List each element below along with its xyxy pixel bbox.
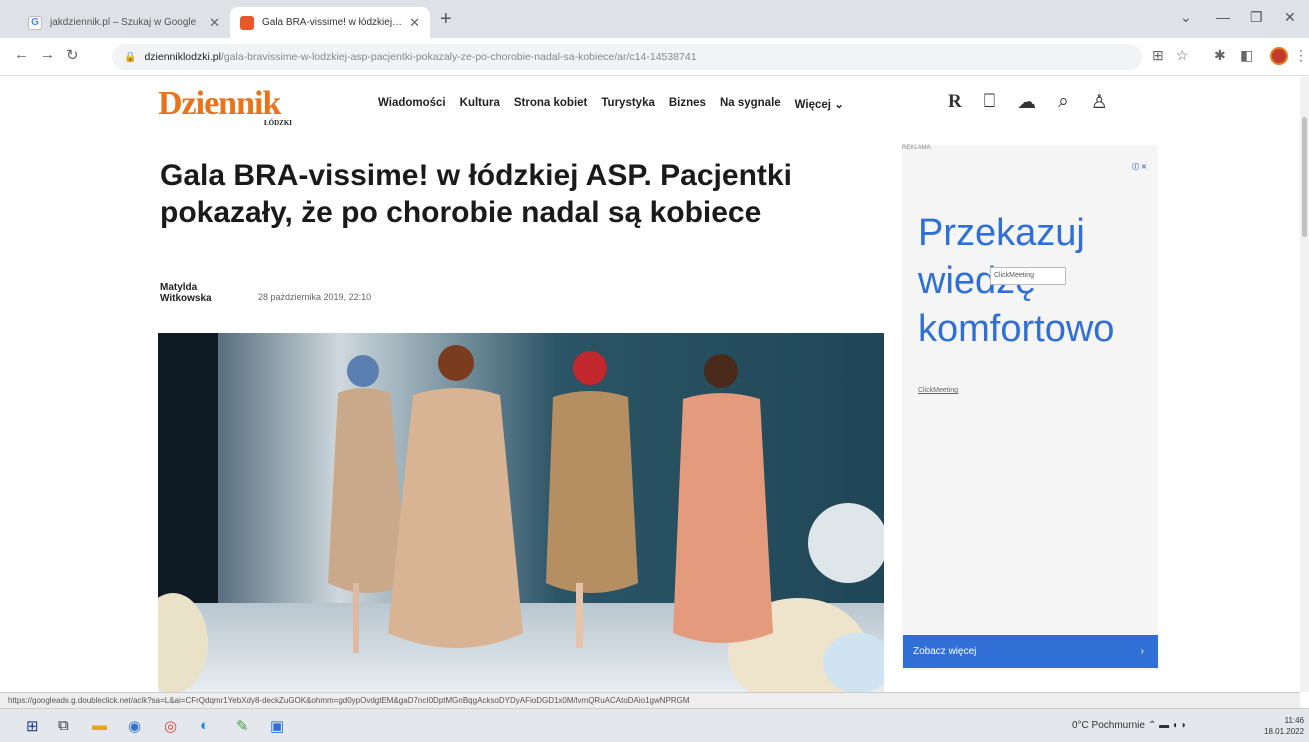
tv-icon[interactable]: ⎕ [984, 91, 995, 114]
close-window-button[interactable]: ✕ [1284, 9, 1296, 26]
nav-item-wiadomosci[interactable]: Wiadomości [378, 97, 446, 111]
browser-tab-article[interactable]: Gala BRA-vissime! w łódzkiej ASP. ✕ [230, 7, 430, 38]
page-scrollbar[interactable] [1300, 77, 1309, 692]
user-icon[interactable]: ♙ [1091, 91, 1108, 114]
extensions-icon[interactable]: ✱ [1214, 47, 1226, 64]
nav-item-na-sygnale[interactable]: Na sygnale [720, 97, 781, 111]
browser-tab-google[interactable]: G jakdziennik.pl – Szukaj w Google ✕ [18, 7, 230, 38]
close-icon[interactable]: ✕ [409, 15, 420, 31]
browser-toolbar: ← → ↻ 🔒 dzienniklodzki.pl /gala-bravissi… [0, 38, 1309, 76]
browser-tab-strip: G jakdziennik.pl – Szukaj w Google ✕ Gal… [0, 0, 1309, 38]
premium-icon[interactable]: R [948, 91, 962, 114]
runway-photo [158, 333, 884, 692]
minimize-button[interactable]: — [1216, 9, 1230, 25]
ad-cta-label: Zobacz więcej [913, 646, 977, 657]
translate-icon[interactable]: ⊞ [1152, 47, 1164, 64]
ad-line-3: komfortowo [918, 308, 1115, 350]
clock-time: 11:46 [1284, 716, 1305, 725]
article-author[interactable]: Matylda Witkowska [160, 282, 212, 304]
tray-icons[interactable]: ⌃ ▬ ◖ ◗ [1148, 720, 1187, 731]
tab-title: jakdziennik.pl – Szukaj w Google [50, 17, 197, 28]
photos-icon[interactable]: ▣ [270, 717, 284, 735]
nav-item-turystyka[interactable]: Turystyka [601, 97, 654, 111]
store-icon[interactable]: ◉ [128, 717, 141, 735]
article-headline: Gala BRA-vissime! w łódzkiej ASP. Pacjen… [160, 159, 792, 229]
maximize-button[interactable]: ❐ [1250, 9, 1263, 26]
ad-line-1: Przekazuj [918, 212, 1085, 254]
author-last-name: Witkowska [160, 293, 212, 304]
clock-date: 18.01.2022 [1264, 727, 1305, 736]
forward-button[interactable]: → [40, 46, 55, 63]
site-logo[interactable]: Dziennik [158, 85, 281, 123]
edge-icon[interactable]: ◐ [200, 717, 209, 734]
ad-cta-button[interactable]: Zobacz więcej › [903, 635, 1158, 668]
address-path: /gala-bravissime-w-lodzkiej-asp-pacjentk… [220, 51, 697, 63]
author-first-name: Matylda [160, 282, 198, 293]
ad-tooltip: ClickMeeting [990, 267, 1066, 285]
scrollbar-thumb[interactable] [1302, 117, 1307, 237]
sidebar-icon[interactable]: ◧ [1240, 47, 1253, 64]
windows-taskbar: ⊞ ⧉ ▬ ◉ ◎ ◐ ✎ ▣ 0°C Pochmurnie ⌃ ▬ ◖ ◗ 1… [0, 708, 1309, 742]
nav-item-biznes[interactable]: Biznes [669, 97, 706, 111]
back-button[interactable]: ← [14, 46, 29, 63]
profile-avatar[interactable] [1270, 47, 1288, 65]
chevron-right-icon: › [1140, 646, 1144, 657]
article-date: 28 października 2019, 22:10 [258, 292, 372, 302]
ad-choices-icon[interactable]: ⓘ ✕ [1132, 162, 1147, 172]
task-view-icon[interactable]: ⧉ [58, 717, 69, 734]
search-icon[interactable]: ⌕ [1058, 91, 1069, 114]
app-icon[interactable]: ✎ [236, 717, 249, 735]
article-photo[interactable] [158, 333, 884, 692]
bookmark-star-icon[interactable]: ☆ [1176, 47, 1189, 64]
nav-item-wiecej[interactable]: Więcej ⌄ [795, 97, 844, 111]
page-content: Dziennik ŁÓDZKI Wiadomości Kultura Stron… [0, 77, 1300, 692]
new-tab-button[interactable]: + [440, 8, 452, 31]
reload-button[interactable]: ↻ [66, 46, 79, 64]
address-domain: dzienniklodzki.pl [144, 51, 221, 63]
nav-item-kultura[interactable]: Kultura [460, 97, 500, 111]
file-explorer-icon[interactable]: ▬ [92, 717, 107, 734]
site-logo-sub: ŁÓDZKI [264, 119, 293, 127]
weather-status[interactable]: 0°C Pochmurnie [1072, 720, 1145, 731]
ad-brand-link[interactable]: ClickMeeting [918, 387, 958, 394]
chrome-icon[interactable]: ◎ [164, 717, 177, 735]
menu-icon[interactable]: ⋮ [1294, 47, 1308, 64]
address-bar[interactable]: 🔒 dzienniklodzki.pl /gala-bravissime-w-l… [112, 44, 1142, 70]
close-icon[interactable]: ✕ [209, 15, 220, 31]
header-icons: R ⎕ ☁ ⌕ ♙ [948, 91, 1108, 114]
google-icon: G [28, 15, 42, 30]
ad-label: REKLAMA [902, 145, 931, 151]
nav-item-strona-kobiet[interactable]: Strona kobiet [514, 97, 587, 111]
taskbar-clock[interactable]: 11:46 18.01.2022 [1264, 715, 1304, 737]
site-favicon-icon [240, 15, 254, 30]
chevron-down-icon[interactable]: ⌄ [1180, 9, 1192, 26]
link-status-url: https://googleads.g.doubleclick.net/aclk… [0, 692, 1300, 708]
weather-icon[interactable]: ☁ [1017, 91, 1036, 114]
tab-title: Gala BRA-vissime! w łódzkiej ASP. [262, 17, 404, 28]
main-nav: Wiadomości Kultura Strona kobiet Turysty… [378, 97, 844, 111]
lock-icon: 🔒 [124, 51, 137, 63]
windows-start-icon[interactable]: ⊞ [26, 717, 39, 735]
